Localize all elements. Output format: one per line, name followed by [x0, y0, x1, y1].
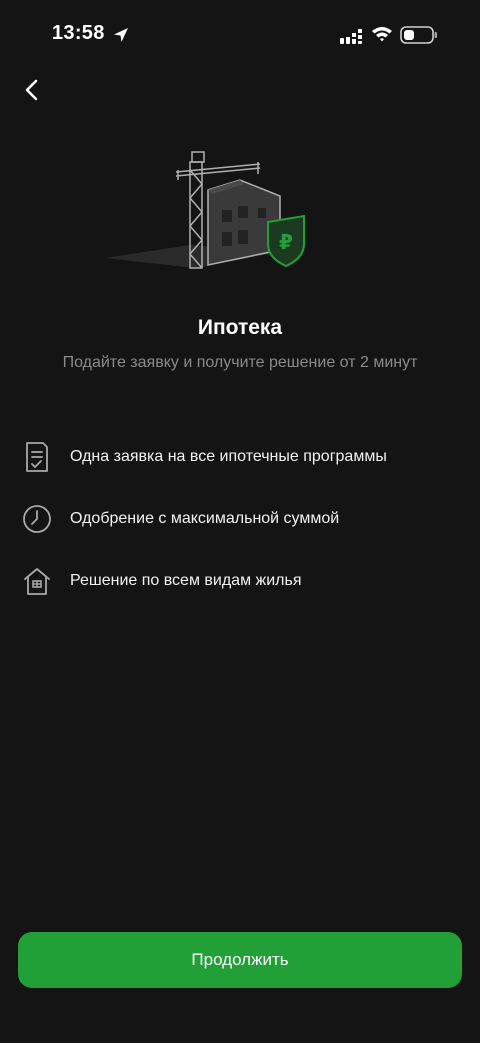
feature-item-single-application: Одна заявка на все ипотечные программы: [20, 437, 460, 477]
back-button[interactable]: [14, 72, 50, 108]
wifi-icon: [372, 27, 392, 42]
continue-button-label: Продолжить: [191, 950, 289, 969]
location-arrow-icon: [114, 28, 128, 42]
battery-icon: [400, 26, 437, 44]
page-subtitle: Подайте заявку и получите решение от 2 м…: [62, 354, 418, 371]
continue-button[interactable]: Продолжить: [18, 932, 462, 988]
mortgage-building-illustration: ₽: [105, 151, 305, 269]
page-title: Ипотека: [197, 316, 283, 339]
document-icon: [20, 440, 54, 474]
status-time: 13:58: [52, 22, 105, 44]
house-icon: [20, 564, 54, 598]
feature-label: Одобрение с максимальной суммой: [70, 510, 340, 527]
feature-item-max-approval: Одобрение с максимальной суммой: [20, 499, 460, 539]
feature-item-all-housing: Решение по всем видам жилья: [20, 561, 460, 601]
feature-label: Одна заявка на все ипотечные программы: [70, 448, 387, 465]
status-bar: 13:58: [0, 0, 480, 72]
clock-icon: [20, 502, 54, 536]
feature-label: Решение по всем видам жилья: [70, 572, 302, 589]
cellular-signal-icon: [340, 27, 362, 44]
chevron-left-icon: [25, 79, 38, 101]
ruble-symbol: ₽: [279, 230, 293, 254]
